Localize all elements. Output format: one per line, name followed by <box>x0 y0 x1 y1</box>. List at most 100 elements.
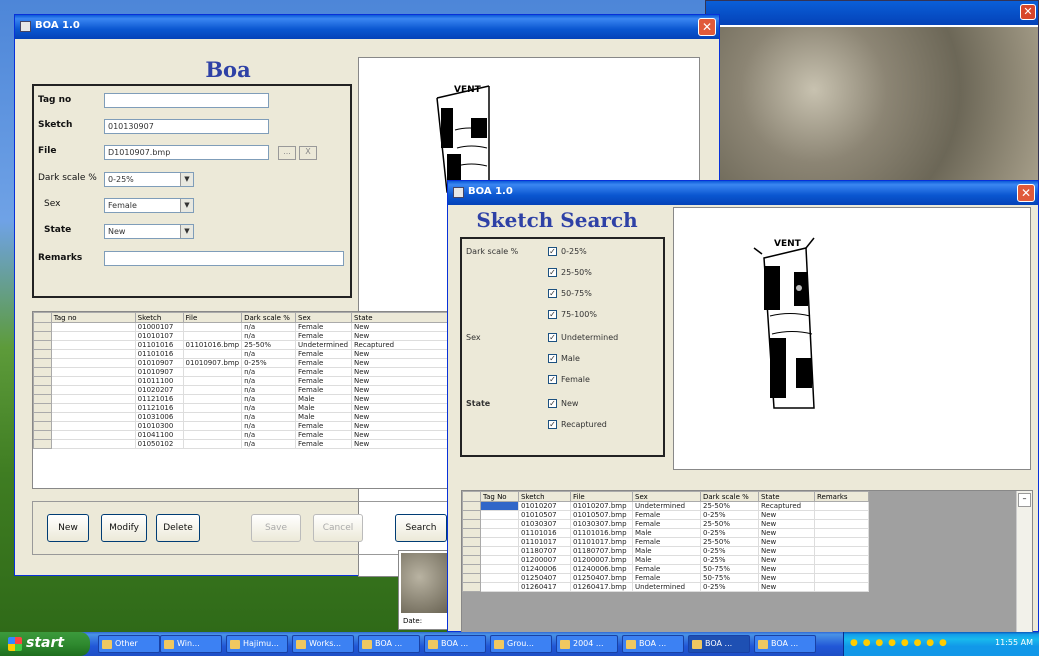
scroll-up-button[interactable]: – <box>1018 493 1031 507</box>
new-button[interactable]: New <box>47 514 89 542</box>
column-header[interactable]: Sketch <box>518 491 571 502</box>
dark-scale-0-25-checkbox[interactable]: ✓ 0-25% <box>548 247 587 256</box>
row-selector[interactable] <box>462 573 481 583</box>
taskbar-item[interactable]: BOA ... <box>754 635 816 653</box>
search-results-grid[interactable]: Tag No Sketch File Sex Dark scale % State Rema… <box>461 490 1033 637</box>
taskbar-item[interactable]: BOA ... <box>622 635 684 653</box>
table-row[interactable]: 01101017 01101017.bmp Female 25-50% New <box>462 537 869 547</box>
state-select[interactable]: New ▼ <box>104 224 194 239</box>
row-selector[interactable] <box>462 510 481 520</box>
column-header[interactable]: State <box>351 312 451 323</box>
row-selector[interactable] <box>462 519 481 529</box>
column-header[interactable]: Sex <box>295 312 352 323</box>
column-header[interactable] <box>462 491 481 502</box>
row-selector[interactable] <box>33 349 52 359</box>
background-close-button[interactable]: ✕ <box>1020 4 1036 20</box>
records-grid[interactable]: Tag no Sketch File Dark scale % Sex State 010… <box>32 311 452 489</box>
table-row[interactable]: 01121016 n/a Male New <box>33 394 451 404</box>
sketch-input[interactable]: 010130907 <box>104 119 269 134</box>
row-selector[interactable] <box>462 528 481 538</box>
background-window-title-bar[interactable] <box>706 1 1038 25</box>
main-title-bar[interactable]: BOA 1.0 ✕ <box>15 15 719 39</box>
search-close-button[interactable]: ✕ <box>1017 184 1035 202</box>
row-selector[interactable] <box>33 367 52 377</box>
table-row[interactable]: 01010907 01010907.bmp 0-25% Female New <box>33 358 451 368</box>
sex-male-checkbox[interactable]: ✓ Male <box>548 354 580 363</box>
row-selector[interactable] <box>33 358 52 368</box>
taskbar-item[interactable]: Hajimu... <box>226 635 288 653</box>
column-header[interactable]: Tag No <box>480 491 519 502</box>
column-header[interactable]: Sketch <box>134 312 184 323</box>
taskbar-item[interactable]: Other <box>98 635 160 653</box>
row-selector[interactable] <box>462 546 481 556</box>
table-row[interactable]: 01041100 n/a Female New <box>33 430 451 440</box>
column-header[interactable]: File <box>570 491 633 502</box>
row-selector[interactable] <box>33 340 52 350</box>
delete-button[interactable]: Delete <box>156 514 200 542</box>
tray-icons[interactable]: ● ● ● ● ● ● ● ● <box>850 638 948 648</box>
main-close-button[interactable]: ✕ <box>698 18 716 36</box>
row-selector[interactable] <box>33 394 52 404</box>
table-row[interactable]: 01101016 n/a Female New <box>33 349 451 359</box>
row-selector[interactable] <box>33 376 52 386</box>
table-row[interactable]: 01050102 n/a Female New <box>33 439 451 449</box>
row-selector[interactable] <box>462 501 481 511</box>
table-row[interactable]: 01101016 01101016.bmp 25-50% Undetermined Re… <box>33 340 451 350</box>
row-selector[interactable] <box>462 537 481 547</box>
taskbar-item[interactable]: Win... <box>160 635 222 653</box>
table-row[interactable]: 01180707 01180707.bmp Male 0-25% New <box>462 546 869 556</box>
column-header[interactable]: Remarks <box>814 491 869 502</box>
table-row[interactable]: 01121016 n/a Male New <box>33 403 451 413</box>
row-selector[interactable] <box>33 403 52 413</box>
row-selector[interactable] <box>33 430 52 440</box>
table-row[interactable]: 01200007 01200007.bmp Male 0-25% New <box>462 555 869 565</box>
dark-scale-25-50-checkbox[interactable]: ✓ 25-50% <box>548 268 592 277</box>
row-selector[interactable] <box>33 421 52 431</box>
table-row[interactable]: 01010300 n/a Female New <box>33 421 451 431</box>
file-clear-button[interactable]: X <box>299 146 317 160</box>
sex-undetermined-checkbox[interactable]: ✓ Undetermined <box>548 333 618 342</box>
row-selector[interactable] <box>33 412 52 422</box>
column-header[interactable] <box>33 312 52 323</box>
modify-button[interactable]: Modify <box>101 514 147 542</box>
search-title-bar[interactable]: BOA 1.0 ✕ <box>448 181 1038 205</box>
background-photo-window[interactable]: ✕ <box>705 0 1039 185</box>
dark-scale-50-75-checkbox[interactable]: ✓ 50-75% <box>548 289 592 298</box>
table-row[interactable]: 01030307 01030307.bmp Female 25-50% New <box>462 519 869 529</box>
table-row[interactable]: 01010107 n/a Female New <box>33 331 451 341</box>
row-selector[interactable] <box>33 331 52 341</box>
photo-thumbnail[interactable]: Date: <box>398 550 450 630</box>
column-header[interactable]: Tag no <box>50 312 136 323</box>
chevron-down-icon[interactable]: ▼ <box>180 173 193 186</box>
file-input[interactable]: D1010907.bmp <box>104 145 269 160</box>
taskbar-item[interactable]: BOA ... <box>424 635 486 653</box>
row-selector[interactable] <box>462 582 481 592</box>
search-button[interactable]: Search <box>395 514 447 542</box>
column-header[interactable]: Dark scale % <box>241 312 297 323</box>
sex-select[interactable]: Female ▼ <box>104 198 194 213</box>
column-header[interactable]: File <box>182 312 243 323</box>
sex-female-checkbox[interactable]: ✓ Female <box>548 375 590 384</box>
file-browse-button[interactable]: ... <box>278 146 296 160</box>
dark-scale-75-100-checkbox[interactable]: ✓ 75-100% <box>548 310 597 319</box>
table-row[interactable]: 01010207 01010207.bmp Undetermined 25-50% Re… <box>462 501 869 511</box>
table-row[interactable]: 01031006 n/a Male New <box>33 412 451 422</box>
table-row[interactable]: 01010907 n/a Female New <box>33 367 451 377</box>
table-row[interactable]: 01010507 01010507.bmp Female 0-25% New <box>462 510 869 520</box>
taskbar-item[interactable]: Grou... <box>490 635 552 653</box>
row-selector[interactable] <box>33 439 52 449</box>
column-header[interactable]: Sex <box>632 491 701 502</box>
taskbar-item[interactable]: Works... <box>292 635 354 653</box>
table-row[interactable]: 01101016 01101016.bmp Male 0-25% New <box>462 528 869 538</box>
column-header[interactable]: Dark scale % <box>700 491 759 502</box>
state-recaptured-checkbox[interactable]: ✓ Recaptured <box>548 420 607 429</box>
cancel-button[interactable]: Cancel <box>313 514 363 542</box>
row-selector[interactable] <box>33 385 52 395</box>
tag-no-input[interactable] <box>104 93 269 108</box>
table-row[interactable]: 01260417 01260417.bmp Undetermined 0-25% New <box>462 582 869 592</box>
chevron-down-icon[interactable]: ▼ <box>180 199 193 212</box>
row-selector[interactable] <box>462 555 481 565</box>
table-row[interactable]: 01020207 n/a Female New <box>33 385 451 395</box>
table-row[interactable]: 01000107 n/a Female New <box>33 322 451 332</box>
results-scrollbar[interactable]: – <box>1016 491 1032 636</box>
